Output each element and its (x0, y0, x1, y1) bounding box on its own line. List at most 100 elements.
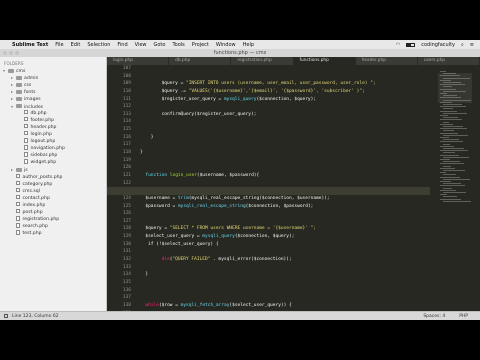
sidebar-file[interactable]: logout.php (0, 138, 106, 145)
tab-users[interactable]: users.php (417, 57, 480, 65)
code-line[interactable]: } (140, 149, 430, 157)
tab-login[interactable]: login.php (107, 57, 169, 65)
panel-toggle-icon[interactable] (4, 314, 8, 318)
code-line[interactable] (140, 287, 430, 295)
line-number: 132 (122, 257, 131, 263)
sidebar-file[interactable]: post.php (0, 208, 106, 216)
sidebar-file[interactable]: contact.php (0, 194, 106, 202)
close-window-icon[interactable] (3, 51, 7, 55)
code-line[interactable] (140, 73, 430, 81)
menubar-username[interactable]: codingfaculty (421, 42, 455, 48)
code-line[interactable]: } (140, 271, 430, 279)
code-line[interactable] (140, 118, 430, 126)
menu-tools[interactable]: Tools (172, 42, 184, 48)
code-line[interactable]: $query = "INSERT INTO users (username, u… (140, 80, 430, 88)
sidebar-folder[interactable]: ▸ css (0, 81, 106, 88)
code-line[interactable]: $register_user_query = mysqli_query($con… (140, 96, 430, 104)
sidebar-folder[interactable]: ▸ admin (0, 74, 106, 81)
code-token: login_user (169, 172, 197, 178)
tab-functions[interactable]: functions.php (293, 57, 355, 65)
line-number: 107 (122, 66, 131, 71)
code-token: $username (145, 195, 170, 201)
code-line[interactable]: if (!$select_user_query) { (140, 241, 430, 249)
wifi-icon[interactable]: ◠ (396, 42, 400, 48)
code-line[interactable]: $query = "SELECT * FROM users WHERE user… (140, 225, 430, 233)
sidebar-folder[interactable]: ▸ fonts (0, 88, 106, 95)
code-line[interactable]: while($row = mysqli_fetch_array($select_… (140, 302, 430, 310)
menu-goto[interactable]: Goto (154, 42, 166, 48)
indentation-setting[interactable]: Spaces: 4 (423, 314, 445, 319)
sidebar-file[interactable]: sidebar.php (0, 152, 106, 159)
tab-db[interactable]: db.php (169, 57, 231, 65)
code-line[interactable] (140, 126, 430, 134)
menu-edit[interactable]: Edit (71, 42, 81, 48)
menu-file[interactable]: File (55, 42, 63, 48)
code-line[interactable]: function login_user($username, $password… (140, 172, 430, 180)
zoom-window-icon[interactable] (15, 51, 19, 55)
code-line[interactable] (140, 141, 430, 149)
code-line[interactable]: confirmQuery($register_user_query); (140, 111, 430, 119)
sidebar-folder[interactable]: ▾ cms (0, 67, 106, 74)
menu-view[interactable]: View (135, 42, 147, 48)
menu-project[interactable]: Project (192, 42, 209, 48)
sidebar-file[interactable]: widget.php (0, 159, 106, 166)
current-code-line[interactable] (107, 187, 430, 195)
sidebar-file[interactable]: search.php (0, 223, 106, 230)
battery-icon[interactable] (406, 42, 416, 47)
sidebar-file[interactable]: header.php (0, 123, 106, 131)
code-line[interactable] (140, 164, 430, 172)
code-line[interactable]: $password = mysqli_real_escape_string($c… (140, 203, 430, 211)
line-number: 134 (122, 272, 131, 278)
code-area[interactable]: $query = "INSERT INTO users (username, u… (107, 65, 430, 311)
line-number: 129 (122, 234, 131, 240)
tab-registration[interactable]: registration.php (231, 57, 293, 65)
sidebar-file[interactable]: db.php (0, 109, 106, 117)
line-number: 127 (122, 218, 131, 224)
menu-window[interactable]: Window (216, 42, 236, 48)
sidebar-folder[interactable]: ▸ js (0, 166, 106, 173)
sidebar-file[interactable]: footer.php (0, 116, 106, 124)
sidebar-file[interactable]: category.php (0, 180, 106, 188)
folder-icon (16, 96, 22, 101)
syntax-setting[interactable]: PHP (459, 314, 468, 319)
code-line[interactable]: } (140, 134, 430, 142)
code-line[interactable] (140, 218, 430, 226)
sidebar-file[interactable]: index.php (0, 201, 106, 209)
code-token: .= (177, 88, 189, 94)
menu-find[interactable]: Find (117, 42, 127, 48)
sidebar-file[interactable]: cms.sql (0, 187, 106, 195)
menu-app-name[interactable]: Sublime Text (12, 42, 48, 48)
sidebar-file[interactable]: test.php (0, 230, 106, 237)
code-line[interactable] (140, 264, 430, 272)
code-token: "INSERT INTO users (username, user_email… (186, 81, 376, 87)
code-line[interactable] (140, 157, 430, 165)
menu-selection[interactable]: Selection (87, 42, 110, 48)
code-editor[interactable]: 107 108 109 110 111 112 113 114 115 116 117 118 119 1… (107, 65, 430, 311)
code-line[interactable]: die("QUERY FAILED" . mysqli_error($conne… (140, 256, 430, 264)
sidebar-folder[interactable]: ▸ images (0, 95, 106, 102)
code-line[interactable] (140, 180, 430, 188)
sidebar-file[interactable]: registration.php (0, 216, 106, 223)
code-line[interactable] (140, 65, 430, 73)
sidebar-file[interactable]: navigation.php (0, 145, 106, 152)
file-icon (24, 145, 28, 150)
search-icon[interactable]: ⌕ (461, 42, 464, 48)
code-line[interactable]: $select_user_query = mysqli_query($conne… (140, 233, 430, 241)
code-line[interactable]: $query .= "VALUES('{$username}','{$email… (140, 88, 430, 96)
code-line[interactable] (140, 103, 430, 111)
code-line[interactable] (140, 279, 430, 287)
sidebar-folder[interactable]: ▾ includes (0, 103, 106, 110)
code-line[interactable]: $username = trim(mysqli_real_escape_stri… (140, 195, 430, 203)
minimap-line (440, 101, 452, 103)
minimap[interactable] (430, 65, 480, 311)
minimize-window-icon[interactable] (9, 51, 13, 55)
sidebar-file[interactable]: author_posts.php (0, 173, 106, 181)
menu-list-icon[interactable]: ≡ (470, 42, 474, 48)
line-number: 113 (122, 111, 131, 117)
code-line[interactable] (140, 294, 430, 302)
tab-header[interactable]: header.php (355, 57, 417, 65)
sidebar-file[interactable]: login.php (0, 130, 106, 138)
code-line[interactable] (140, 210, 430, 218)
code-line[interactable] (140, 248, 430, 256)
menu-help[interactable]: Help (243, 42, 254, 48)
